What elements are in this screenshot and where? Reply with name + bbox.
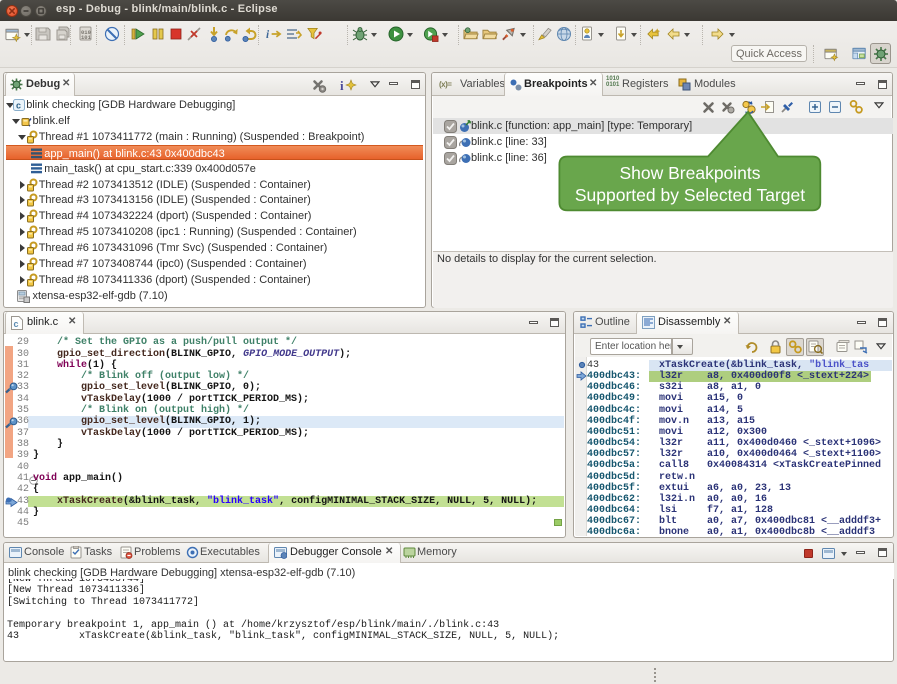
svg-text:i: i [340,78,344,92]
svg-text:i: i [266,29,270,41]
svg-text:c: c [14,319,19,329]
svg-text:101: 101 [81,34,92,41]
svg-text:Supported by Selected Target: Supported by Selected Target [575,185,805,205]
svg-text:c: c [16,101,21,111]
svg-text:Show Breakpoints: Show Breakpoints [619,163,760,183]
